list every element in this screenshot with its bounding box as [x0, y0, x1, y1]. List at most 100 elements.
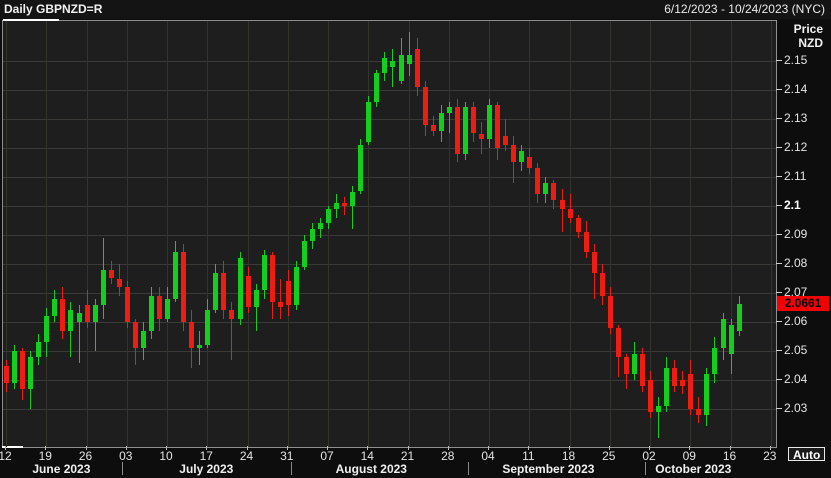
candle-body — [519, 150, 525, 163]
grid-line-vertical — [770, 21, 772, 447]
candle-body — [487, 104, 492, 140]
candle-body — [696, 409, 702, 415]
grid-line-vertical — [609, 21, 611, 447]
candle-body — [84, 304, 90, 322]
y-tick-label: 2.06 — [784, 314, 808, 328]
candle-body — [157, 295, 162, 320]
candle-body — [559, 200, 565, 209]
y-tick-mark — [776, 350, 782, 351]
candle-wick — [658, 397, 660, 438]
date-axis: 12 19 26 03 10 17 24 31 07 14 21 28 04 11 18 25 02 09 16 23… — [0, 446, 790, 478]
month-label: June 2023 — [32, 462, 91, 476]
candle-body — [100, 269, 106, 305]
candle-body — [495, 104, 501, 148]
candle-body — [173, 252, 179, 299]
grid-line-vertical — [368, 21, 370, 447]
x-tick-label: 28 — [441, 449, 455, 463]
grid-line-horizontal — [3, 148, 776, 149]
x-tick-label: 14 — [360, 449, 374, 463]
x-tick-label: 25 — [602, 449, 616, 463]
x-tick-label: 02 — [642, 449, 656, 463]
y-tick-mark — [776, 60, 782, 61]
y-tick-label: 2.04 — [784, 372, 808, 386]
y-tick-mark — [776, 89, 782, 90]
month-separator — [290, 462, 292, 475]
y-tick-mark — [776, 263, 782, 264]
candle-wick — [392, 49, 394, 88]
y-tick-label: 2.05 — [784, 343, 808, 357]
candle-body — [189, 322, 195, 349]
candle-body — [44, 316, 50, 343]
plot-area[interactable] — [2, 19, 777, 448]
y-tick-label: 2.03 — [784, 401, 808, 415]
candle-body — [20, 351, 26, 389]
grid-line-vertical — [529, 21, 531, 447]
candle-body — [148, 295, 154, 331]
candle-body — [36, 342, 42, 357]
y-tick-label: 2.15 — [784, 53, 808, 67]
y-tick-label: 2.12 — [784, 140, 808, 154]
month-separator — [121, 462, 123, 475]
price-axis: Price NZD 2.0661 Auto 2.15 2.14 2.13 2.12 2.… — [776, 20, 831, 462]
candle-body — [527, 156, 533, 169]
chart-window: Daily GBPNZD=R 6/12/2023 - 10/24/2023 (N… — [0, 0, 831, 478]
candle-body — [454, 107, 460, 154]
auto-scale-button[interactable]: Auto — [788, 447, 826, 462]
x-tick-label: 19 — [38, 449, 52, 463]
candle-body — [688, 374, 694, 409]
candle-body — [623, 356, 629, 375]
month-separator — [467, 462, 469, 475]
y-tick-label: 2.07 — [784, 285, 808, 299]
grid-line-vertical — [448, 21, 450, 447]
month-label: August 2023 — [335, 462, 407, 476]
x-tick-label: 10 — [159, 449, 173, 463]
candle-body — [52, 298, 58, 317]
grid-line-horizontal — [3, 351, 776, 352]
grid-line-vertical — [86, 21, 88, 447]
y-tick-mark — [776, 408, 782, 409]
candle-body — [656, 406, 662, 412]
candle-body — [511, 145, 517, 163]
candle-body — [213, 272, 219, 311]
candle-body — [309, 229, 315, 241]
candle-body — [28, 356, 34, 389]
candle-body — [197, 345, 203, 349]
candle-body — [551, 182, 557, 201]
candle-body — [229, 310, 235, 320]
chart-header: Daily GBPNZD=R 6/12/2023 - 10/24/2023 (N… — [0, 0, 831, 19]
candle-wick — [199, 330, 201, 366]
x-tick-label: 26 — [78, 449, 93, 463]
candle-body — [132, 322, 138, 349]
candle-body — [277, 301, 283, 308]
candle-body — [366, 101, 372, 143]
candle-body — [60, 298, 66, 331]
candle-body — [76, 313, 82, 322]
candle-body — [301, 240, 307, 267]
candle-body — [422, 87, 428, 125]
candle-body — [318, 223, 323, 230]
candle-body — [108, 269, 114, 279]
candle-wick — [505, 119, 507, 151]
y-tick-label: 2.14 — [784, 82, 808, 96]
candle-body — [326, 208, 331, 224]
candle-body — [736, 304, 742, 331]
candle-body — [479, 133, 484, 140]
candle-body — [390, 61, 396, 67]
grid-line-vertical — [46, 21, 48, 447]
candle-wick — [408, 32, 410, 76]
candle-body — [205, 310, 211, 346]
grid-line-horizontal — [3, 322, 776, 323]
candle-body — [12, 351, 18, 383]
candle-body — [181, 252, 187, 322]
grid-line-vertical — [167, 21, 168, 447]
candle-body — [470, 107, 476, 134]
x-tick-label: 03 — [119, 449, 133, 463]
month-label: October 2023 — [655, 462, 732, 476]
candle-body — [583, 232, 589, 253]
candle-body — [446, 107, 452, 114]
y-tick-mark — [776, 118, 782, 119]
candle-body — [438, 113, 444, 131]
x-tick-label: 21 — [400, 449, 415, 463]
grid-line-vertical — [247, 21, 249, 447]
candle-body — [728, 324, 734, 354]
